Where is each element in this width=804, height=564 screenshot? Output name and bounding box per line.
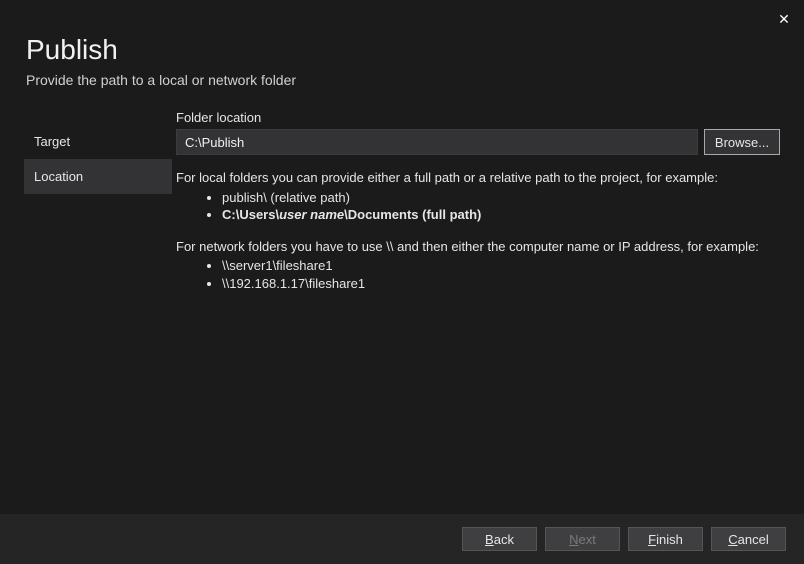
help-text: For local folders you can provide either… [176, 169, 780, 292]
help-local-example-1: publish\ (relative path) [222, 189, 780, 207]
folder-location-input[interactable] [176, 129, 698, 155]
header: Publish Provide the path to a local or n… [0, 0, 804, 96]
help-local-example-2: C:\Users\user name\Documents (full path) [222, 206, 780, 224]
wizard-steps: Target Location [24, 110, 172, 306]
step-target[interactable]: Target [24, 124, 172, 159]
next-button: Next [545, 527, 620, 551]
close-icon[interactable]: ✕ [776, 12, 792, 28]
help-network-example-2: \\192.168.1.17\fileshare1 [222, 275, 780, 293]
help-network-intro: For network folders you have to use \\ a… [176, 238, 780, 256]
content-pane: Folder location Browse... For local fold… [172, 110, 780, 306]
help-local-intro: For local folders you can provide either… [176, 169, 780, 187]
browse-button[interactable]: Browse... [704, 129, 780, 155]
cancel-button[interactable]: Cancel [711, 527, 786, 551]
back-button[interactable]: Back [462, 527, 537, 551]
wizard-footer: Back Next Finish Cancel [0, 514, 804, 564]
page-subtitle: Provide the path to a local or network f… [26, 72, 778, 88]
help-network-example-1: \\server1\fileshare1 [222, 257, 780, 275]
finish-button[interactable]: Finish [628, 527, 703, 551]
page-title: Publish [26, 34, 778, 66]
folder-location-label: Folder location [176, 110, 780, 125]
step-location[interactable]: Location [24, 159, 172, 194]
